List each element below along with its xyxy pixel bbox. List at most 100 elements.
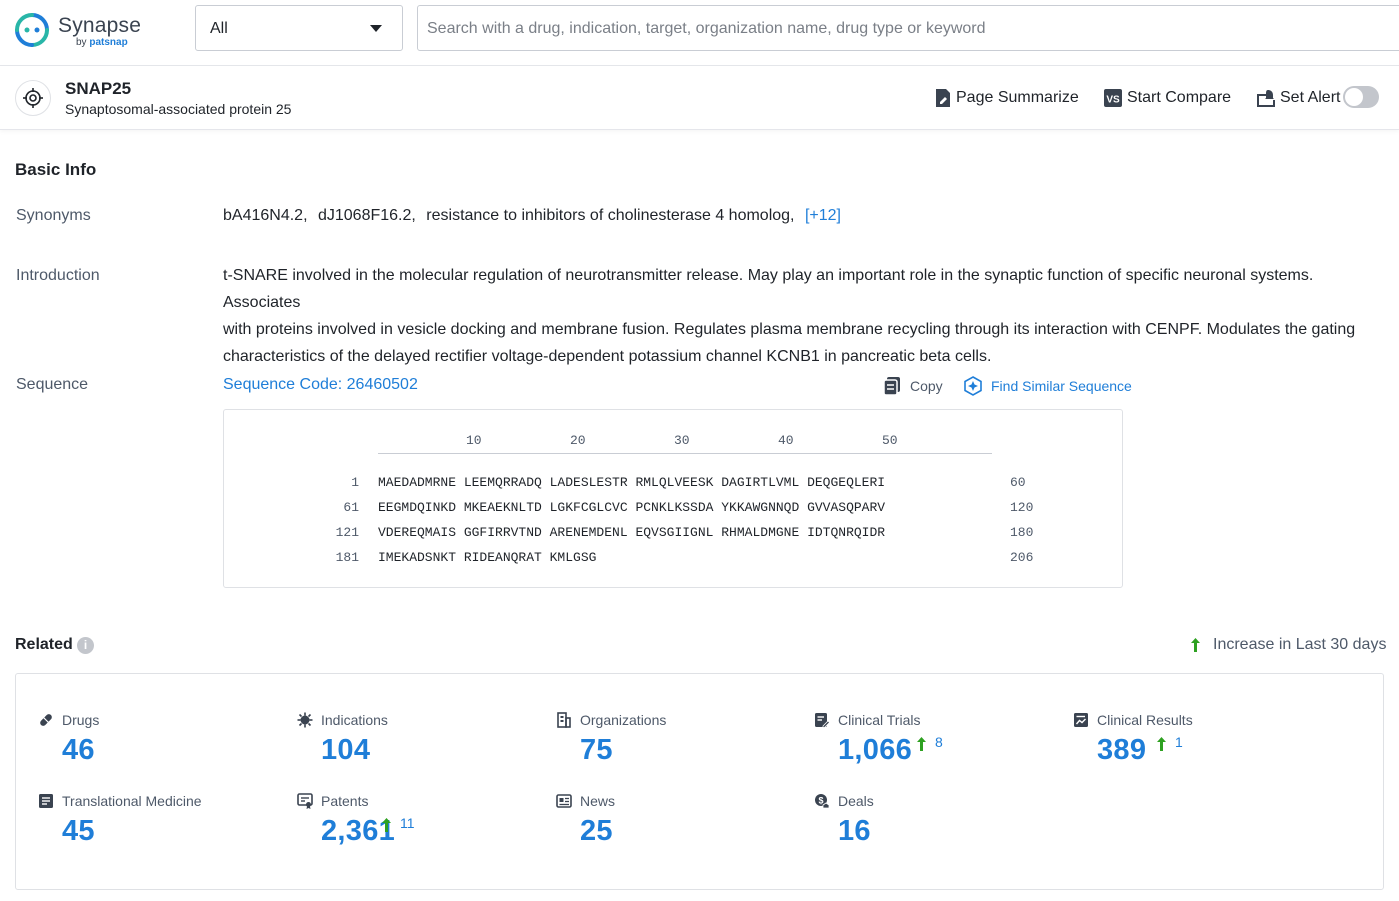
page-subtitle: Synaptosomal-associated protein 25 (65, 101, 291, 117)
basic-info-title: Basic Info (15, 160, 96, 180)
top-bar: Synapse by patsnap All (0, 0, 1399, 66)
introduction-line: characteristics of the delayed rectifier… (223, 343, 1383, 370)
search-scope-select[interactable]: All (195, 5, 403, 51)
related-stats-panel: Drugs 46 Indications 104 (15, 673, 1384, 890)
ruler-tick: 30 (674, 433, 690, 448)
stat-label: Drugs (38, 712, 99, 728)
find-similar-sequence-button[interactable]: Find Similar Sequence (963, 375, 1132, 397)
up-arrow-icon (1190, 637, 1201, 653)
row-residues: MAEDADMRNE LEEMQRRADQ LADESLESTR RMLQLVE… (378, 475, 885, 490)
page-title: SNAP25 (65, 79, 131, 99)
related-title: Related (15, 636, 73, 654)
stat-label-text: Organizations (580, 712, 666, 728)
row-start-index: 1 (224, 475, 359, 490)
up-arrow-icon (381, 817, 392, 833)
copy-label: Copy (910, 378, 943, 394)
row-end-index: 180 (1010, 525, 1033, 540)
stat-value[interactable]: 46 (62, 734, 95, 767)
stat-label-text: Translational Medicine (62, 793, 202, 809)
stat-deals[interactable]: $ Deals 16 (814, 793, 1054, 863)
alert-toggle[interactable] (1343, 86, 1379, 108)
row-start-index: 61 (224, 500, 359, 515)
row-end-index: 120 (1010, 500, 1033, 515)
stat-clinical-results[interactable]: Clinical Results 389 1 (1073, 712, 1313, 782)
search-box[interactable] (417, 5, 1399, 51)
deal-icon: $ (814, 793, 830, 809)
stat-label: Organizations (556, 712, 666, 728)
search-input[interactable] (427, 16, 1387, 42)
patent-icon (297, 793, 313, 809)
stat-label-text: Drugs (62, 712, 99, 728)
stat-translational-medicine[interactable]: Translational Medicine 45 (38, 793, 278, 863)
ruler-tick: 20 (570, 433, 586, 448)
stat-label-text: Clinical Results (1097, 712, 1193, 728)
synonyms-list: bA416N4.2, dJ1068F16.2, resistance to in… (223, 207, 841, 225)
stat-label: News (556, 793, 615, 809)
page-summarize-button[interactable]: Page Summarize (934, 87, 1079, 109)
crosshair-icon (22, 87, 44, 109)
caret-down-icon (370, 25, 382, 32)
set-alert-button[interactable]: Set Alert (1256, 87, 1340, 109)
target-icon (15, 80, 51, 116)
stat-news[interactable]: News 25 (556, 793, 796, 863)
svg-text:$: $ (818, 796, 823, 806)
stat-value[interactable]: 75 (580, 734, 613, 767)
stat-clinical-trials[interactable]: Clinical Trials 1,066 8 (814, 712, 1054, 782)
svg-text:VS: VS (1106, 95, 1120, 106)
stat-indications[interactable]: Indications 104 (297, 712, 537, 782)
stat-label: Translational Medicine (38, 793, 202, 809)
ruler-tick: 50 (882, 433, 898, 448)
synapse-logo-icon (14, 12, 50, 48)
row-residues: IMEKADSNKT RIDEANQRAT KMLGSG (378, 550, 596, 565)
synonym-item: bA416N4.2, (223, 207, 308, 224)
start-compare-label: Start Compare (1127, 89, 1231, 107)
stat-increase: 8 (916, 736, 943, 752)
stat-label: Patents (297, 793, 368, 809)
summarize-icon (934, 88, 952, 108)
info-icon[interactable]: i (77, 637, 94, 654)
up-arrow-icon (1156, 736, 1167, 752)
synapse-logo[interactable]: Synapse by patsnap (14, 12, 144, 52)
stat-label-text: Clinical Trials (838, 712, 920, 728)
sequence-label: Sequence (16, 376, 88, 394)
set-alert-label: Set Alert (1280, 89, 1340, 107)
increase-legend: Increase in Last 30 days (1190, 636, 1386, 654)
stat-label-text: Deals (838, 793, 874, 809)
stat-increase: 1 (1156, 736, 1183, 752)
copy-sequence-button[interactable]: Copy (882, 375, 943, 397)
alert-icon (1256, 88, 1276, 108)
stat-value[interactable]: 16 (838, 815, 871, 848)
building-icon (556, 712, 572, 728)
stat-label: Indications (297, 712, 388, 728)
legend-label: Increase in Last 30 days (1213, 636, 1386, 654)
start-compare-button[interactable]: VS Start Compare (1103, 87, 1231, 109)
stat-label: $ Deals (814, 793, 874, 809)
ruler-tick: 40 (778, 433, 794, 448)
sequence-ruler (378, 453, 992, 454)
stat-value[interactable]: 1,066 (838, 734, 912, 767)
synonyms-more-link[interactable]: [+12] (805, 207, 841, 224)
copy-icon (882, 376, 902, 396)
search-scope-value: All (210, 20, 228, 38)
stat-value[interactable]: 45 (62, 815, 95, 848)
find-similar-label: Find Similar Sequence (991, 378, 1132, 394)
stat-patents[interactable]: Patents 2,361 11 (297, 793, 537, 863)
target-header: SNAP25 Synaptosomal-associated protein 2… (0, 66, 1399, 130)
sequence-code-link[interactable]: Sequence Code: 26460502 (223, 376, 418, 394)
pill-icon (38, 712, 54, 728)
stat-value[interactable]: 25 (580, 815, 613, 848)
stat-value[interactable]: 389 (1097, 734, 1146, 767)
app-byline: by patsnap (76, 37, 128, 48)
doc-list-icon (38, 793, 54, 809)
introduction-text: t-SNARE involved in the molecular regula… (223, 262, 1383, 370)
byline-brand: patsnap (89, 37, 127, 48)
row-end-index: 60 (1010, 475, 1026, 490)
stat-drugs[interactable]: Drugs 46 (38, 712, 278, 782)
row-residues: EEGMDQINKD MKEAEKNLTD LGKFCGLCVC PCNKLKS… (378, 500, 885, 515)
stat-value[interactable]: 104 (321, 734, 370, 767)
introduction-line: t-SNARE involved in the molecular regula… (223, 262, 1383, 316)
row-end-index: 206 (1010, 550, 1033, 565)
chart-doc-icon (1073, 712, 1089, 728)
sequence-viewer: 10 20 30 40 50 1 MAEDADMRNE LEEMQRRADQ L… (223, 409, 1123, 588)
stat-organizations[interactable]: Organizations 75 (556, 712, 796, 782)
